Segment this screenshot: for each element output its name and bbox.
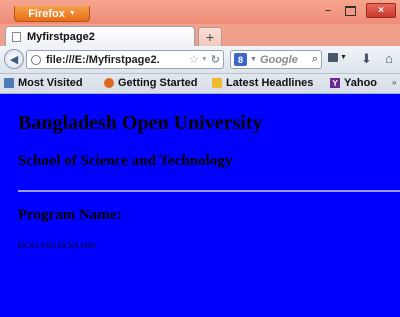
title-bar: Firefox ▼ – × [0, 0, 400, 24]
plus-icon: + [205, 29, 215, 45]
tab-label: Myfirstpage2 [27, 31, 95, 43]
section-heading: Program Name: [18, 207, 122, 223]
bookmark-yahoo[interactable]: Y Yahoo [330, 77, 377, 89]
horizontal-rule [18, 190, 400, 192]
url-bar[interactable]: file:///E:/Myfirstpage2. ☆ ▼ ↻ [26, 50, 224, 69]
close-icon: × [378, 5, 384, 16]
tab-myfirstpage2[interactable]: Myfirstpage2 [5, 26, 195, 47]
new-tab-button[interactable]: + [198, 27, 222, 46]
back-arrow-icon: ◀ [9, 53, 19, 66]
search-icon[interactable]: ⌕ [312, 53, 318, 66]
yahoo-icon: Y [330, 78, 340, 88]
minimize-icon: – [325, 5, 331, 16]
bookmarks-icon [4, 78, 14, 88]
bookmark-most-visited[interactable]: Most Visited [4, 77, 83, 89]
chevron-down-icon: ▼ [68, 10, 76, 17]
downloads-icon[interactable]: ⬇ [361, 51, 372, 67]
bookmark-label: Getting Started [118, 77, 198, 89]
bookmark-label: Yahoo [344, 77, 378, 89]
bookmark-label: Latest Headlines [226, 77, 314, 89]
navigation-toolbar: ◀ file:///E:/Myfirstpage2. ☆ ▼ ↻ 8 ▼ Goo… [0, 46, 400, 74]
bookmark-star-icon[interactable]: ☆ [189, 53, 199, 66]
rss-icon [212, 78, 222, 88]
firefox-icon [104, 78, 114, 88]
url-text: file:///E:/Myfirstpage2. [46, 53, 160, 66]
program-codes: DCSA 3301 DCSA 3302 [18, 241, 96, 250]
search-bar[interactable]: 8 ▼ Google ⌕ [230, 50, 322, 69]
page-heading: Bangladesh Open University [18, 112, 263, 134]
bookmarks-overflow-icon[interactable]: » [392, 78, 396, 87]
bookmarks-menu-button[interactable]: ▼ [328, 53, 347, 62]
bookmarks-toolbar: Most Visited Getting Started Latest Head… [0, 74, 400, 94]
tab-strip: Myfirstpage2 + [0, 24, 400, 47]
bookmarks-menu-icon [328, 53, 338, 62]
globe-icon [31, 54, 41, 65]
bookmark-latest-headlines[interactable]: Latest Headlines [212, 77, 313, 89]
bookmark-getting-started[interactable]: Getting Started [104, 77, 197, 89]
google-engine-icon[interactable]: 8 [234, 53, 247, 66]
history-dropdown-icon[interactable]: ▼ [201, 56, 208, 63]
firefox-menu-button[interactable]: Firefox ▼ [14, 6, 90, 22]
chevron-down-icon: ▼ [250, 56, 257, 63]
maximize-button[interactable] [339, 3, 361, 18]
home-icon[interactable]: ⌂ [385, 51, 393, 66]
page-content: Bangladesh Open University School of Sci… [0, 94, 400, 317]
minimize-button[interactable]: – [317, 3, 339, 18]
maximize-icon [344, 5, 356, 16]
back-button[interactable]: ◀ [4, 49, 24, 69]
page-subheading: School of Science and Technology [18, 153, 233, 169]
bookmark-label: Most Visited [18, 77, 83, 89]
search-placeholder: Google [259, 53, 298, 66]
close-button[interactable]: × [366, 3, 396, 18]
firefox-menu-label: Firefox [28, 7, 65, 20]
page-icon [12, 32, 21, 42]
chevron-down-icon: ▼ [340, 54, 347, 61]
reload-icon[interactable]: ↻ [211, 53, 220, 66]
